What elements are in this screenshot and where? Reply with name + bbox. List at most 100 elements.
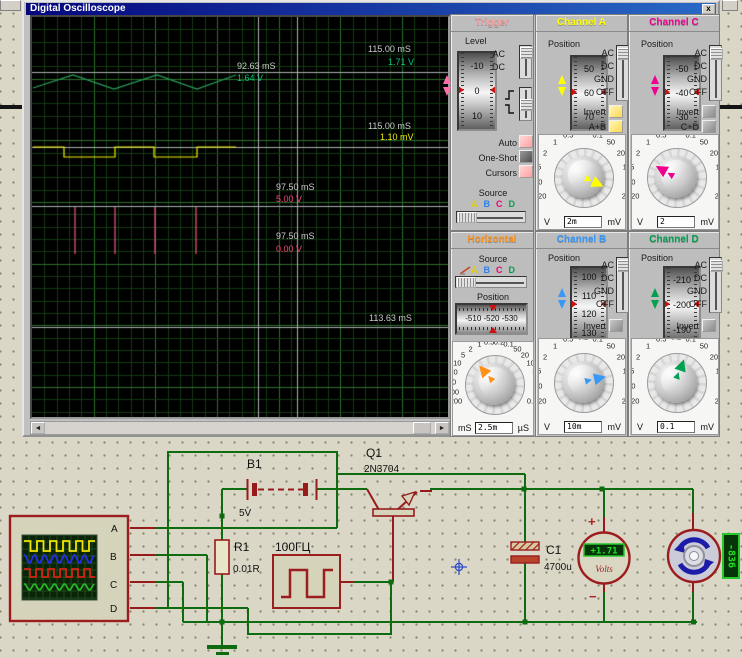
channel-b-gnd: GND	[584, 286, 614, 296]
trigger-coupling-slider[interactable]	[519, 45, 532, 79]
scope-horizontal-scrollbar[interactable]: ◄ ►	[30, 421, 450, 435]
horizontal-source-slider[interactable]	[455, 276, 527, 288]
knob-scale-label: 50	[607, 137, 615, 146]
horizontal-source-letters: A B C D	[471, 265, 531, 275]
transistor-q1[interactable]	[373, 492, 415, 516]
channel-d-position-arrows[interactable]	[651, 288, 660, 310]
svg-text:5V: 5V	[239, 508, 252, 519]
scope-measurement: 92.63 mS	[237, 62, 276, 71]
scope-measurement: 5.00 V	[276, 195, 302, 204]
scrollbar-thumb[interactable]	[413, 422, 431, 434]
knob-scale-label: 5	[538, 367, 541, 376]
trigger-edge-slider[interactable]	[519, 87, 532, 121]
knob-scale-label: 10	[631, 177, 635, 186]
knob-scale-label: 0.1	[593, 134, 603, 139]
hsource-a: A	[471, 265, 478, 275]
auto-button[interactable]	[519, 135, 533, 148]
channel-a-gain-knob[interactable]: 20105210.50.20.150201052VmV2m	[538, 134, 626, 230]
knob-scale-label: 10	[623, 367, 626, 376]
knob-scale-label: 1	[533, 387, 534, 396]
knob-scale-label: 20	[617, 148, 625, 157]
knob-scale-label: 1	[553, 342, 557, 351]
knob-scale-label: 50	[700, 137, 708, 146]
channel-c-invert-button[interactable]	[702, 105, 716, 118]
channel-b-position-arrows[interactable]	[558, 288, 567, 310]
cursors-button[interactable]	[519, 165, 533, 178]
trigger-level-arrows[interactable]	[443, 75, 452, 97]
capacitor-c1[interactable]	[511, 542, 539, 563]
channel-a-position-arrows[interactable]	[558, 75, 567, 97]
scope-measurement: 1.10 mV	[380, 133, 414, 142]
origin-crosshair-icon	[451, 559, 467, 575]
channel-c-gain-knob[interactable]: 20105210.50.20.150201052VmV2	[631, 134, 719, 230]
hsource-d: D	[509, 265, 516, 275]
channel-b-invert-button[interactable]	[609, 319, 623, 332]
channel-d-invert-button[interactable]	[702, 319, 716, 332]
battery-b1[interactable]	[248, 479, 317, 500]
trigger-dc-label: DC	[481, 62, 505, 72]
channel-b-gain-knob[interactable]: 20105210.50.20.150201052VmV10m	[538, 338, 626, 435]
scope-measurement: 0.00 V	[276, 245, 302, 254]
svg-text:4700u: 4700u	[544, 562, 572, 573]
knob-scale-label: 0.5	[656, 134, 666, 139]
channel-d-dc: DC	[677, 273, 707, 283]
channel-c-sum-button[interactable]	[702, 120, 716, 133]
knob-scale-label: 5	[461, 351, 465, 360]
knob-scale-label: 2	[636, 148, 640, 157]
schematic-labels: B1 5V Q1 2N3704 R1 0.01R 100ГЦ C1 4700u …	[110, 446, 618, 615]
knob-scale-label: 50	[607, 342, 615, 351]
timebase-knob[interactable]: 2001005020105210.50.20.15020105210.5mSµS…	[452, 341, 534, 436]
knob-scale-label: 10	[716, 367, 719, 376]
ground-symbol[interactable]	[207, 645, 237, 655]
knob-scale-label: 0.1	[503, 341, 513, 349]
close-icon[interactable]: x	[702, 4, 715, 14]
scope-measurement: 97.50 mS	[276, 183, 315, 192]
knob-scale-label: 10	[716, 162, 719, 171]
channel-b-dc: DC	[584, 273, 614, 283]
scroll-right-icon[interactable]: ►	[435, 422, 449, 434]
scroll-left-icon[interactable]: ◄	[31, 422, 45, 434]
one-shot-button[interactable]	[519, 150, 533, 163]
trigger-panel: Trigger Level -10010 AC DC Auto One-Shot…	[450, 14, 534, 231]
motor-rpm-display: -836	[723, 534, 739, 578]
knob-value-input[interactable]: 2m	[564, 216, 602, 228]
knob-scale-label: 0.2	[671, 338, 681, 341]
knob-value-input[interactable]: 10m	[564, 421, 602, 433]
voltmeter[interactable]	[579, 533, 630, 584]
knob-value-input[interactable]: 2.5m	[475, 422, 513, 434]
knob-scale-label: 10	[527, 359, 534, 368]
channel-b-header: Channel B	[536, 232, 627, 249]
horizontal-position-display[interactable]: -510 -520 -530	[455, 303, 528, 335]
knob-value-input[interactable]: 0.1	[657, 421, 695, 433]
knob-unit-left: V	[637, 217, 643, 227]
knob-scale-label: 20	[538, 192, 546, 201]
channel-a-panel: Channel A Position 506070 AC DC GND OFF …	[535, 14, 628, 231]
scope-display[interactable]: 115.00 mS1.71 V92.63 mS1.64 V115.00 mS1.…	[30, 15, 450, 419]
channel-c-position-arrows[interactable]	[651, 75, 660, 97]
motor[interactable]	[668, 530, 720, 582]
channel-d-coupling-slider[interactable]	[709, 257, 722, 313]
knob-scale-label: 5	[631, 367, 634, 376]
knob-scale-label: 100	[452, 387, 459, 396]
one-shot-label: One-Shot	[455, 153, 517, 163]
knob-unit-left: V	[637, 422, 643, 432]
channel-d-gain-knob[interactable]: 20105210.50.20.150201052VmV0.1	[631, 338, 719, 435]
knob-scale-label: 10	[453, 359, 461, 368]
channel-a-sum-button[interactable]	[609, 120, 623, 133]
knob-scale-label: 20	[710, 353, 718, 362]
svg-text:B1: B1	[247, 457, 262, 471]
channel-c-coupling-slider[interactable]	[709, 45, 722, 101]
scope-measurement: 1.64 V	[237, 74, 263, 83]
trigger-source-slider[interactable]	[456, 211, 526, 223]
channel-c-gnd: GND	[677, 74, 707, 84]
channel-a-invert-button[interactable]	[609, 105, 623, 118]
channel-a-invert-label: Invert	[546, 107, 606, 117]
resistor-r1[interactable]	[215, 540, 229, 574]
knob-scale-label: 20	[617, 353, 625, 362]
knob-value-input[interactable]: 2	[657, 216, 695, 228]
knob-unit-right: µS	[518, 423, 529, 433]
proteus-workspace: { "window": { "title": "Digital Oscillos…	[0, 0, 742, 658]
channel-b-panel: Channel B Position 100110120130 AC DC GN…	[535, 231, 628, 437]
generator-100hz[interactable]	[273, 555, 340, 608]
knob-scale-label: 5	[631, 162, 634, 171]
